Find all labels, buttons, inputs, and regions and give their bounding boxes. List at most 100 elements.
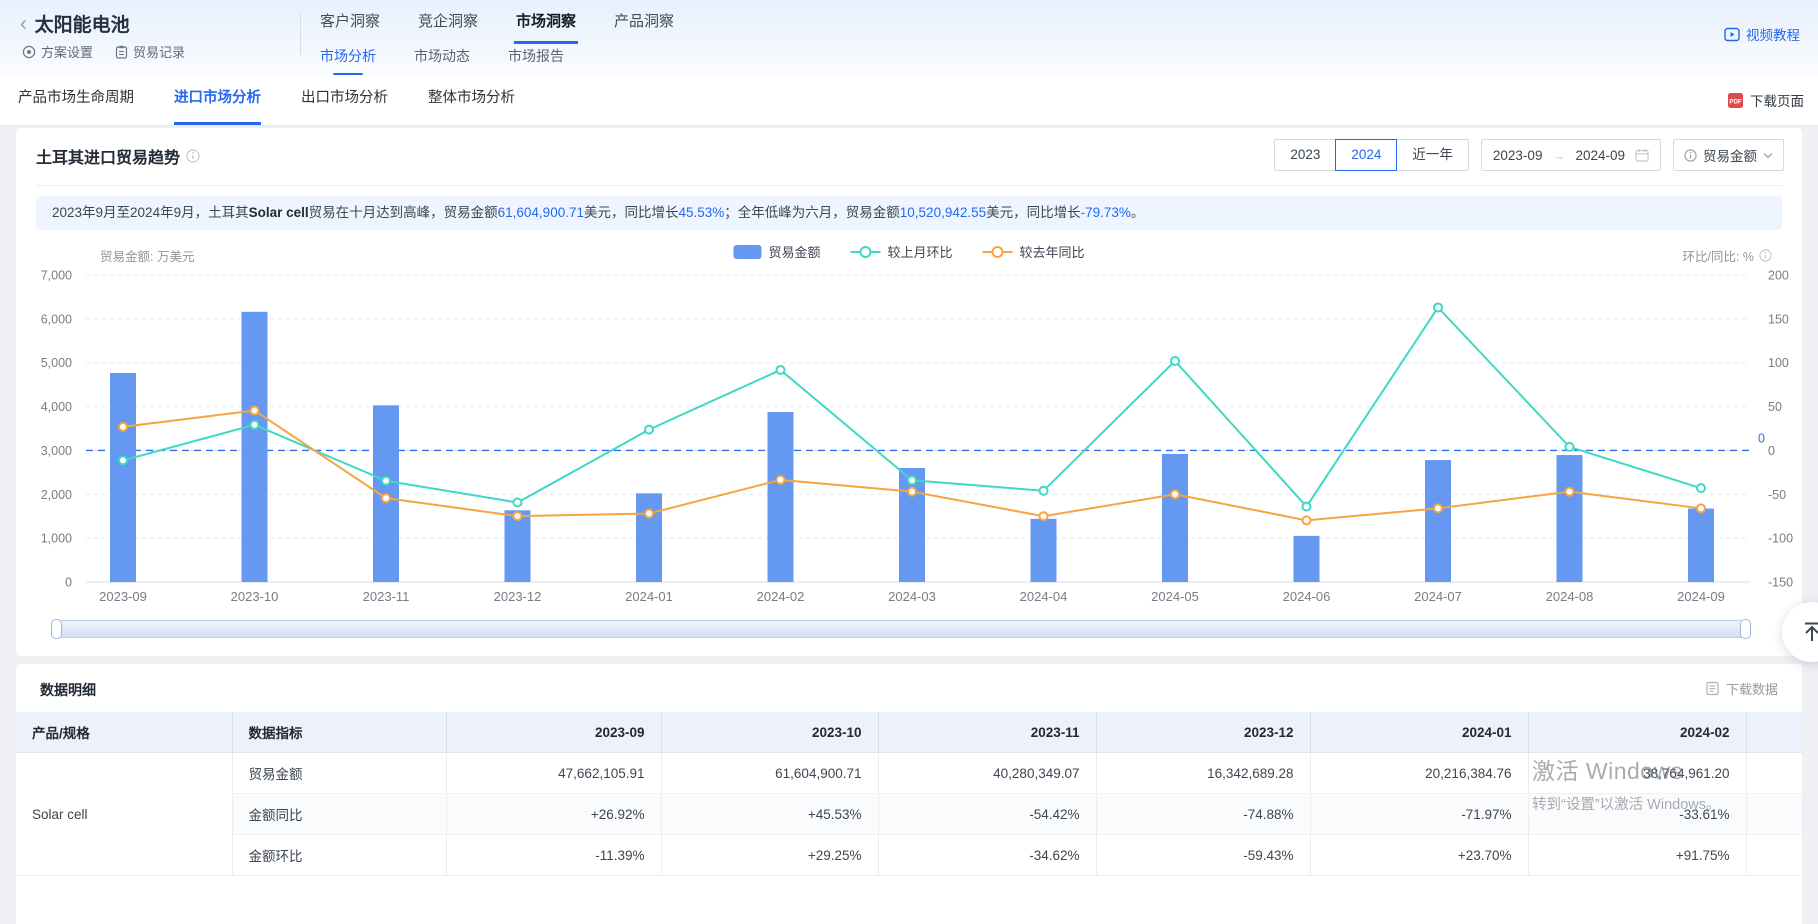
legend-trade-amount[interactable]: 贸易金额 — [733, 242, 820, 261]
bar-2024-02[interactable] — [768, 412, 794, 582]
point-较去年同比-2023-12[interactable] — [514, 512, 522, 520]
trend-chart[interactable]: 0-1501,000-1002,000-503,00004,000505,000… — [16, 268, 1802, 613]
value-cell: +23.70% — [1310, 835, 1528, 876]
table-row-贸易金额: Solar cell贸易金额47,662,105.9161,604,900.71… — [16, 753, 1802, 794]
legend-yoy[interactable]: 较去年同比 — [983, 242, 1085, 261]
point-较去年同比-2024-08[interactable] — [1566, 488, 1574, 496]
download-page-button[interactable]: PDF 下载页面 — [1727, 75, 1804, 125]
point-较去年同比-2024-05[interactable] — [1171, 490, 1179, 498]
point-较去年同比-2023-10[interactable] — [251, 406, 259, 414]
point-较上月环比-2023-11[interactable] — [382, 477, 390, 485]
empty-cell — [1746, 835, 1802, 876]
data-detail-table: 产品/规格数据指标2023-092023-102023-112023-12202… — [16, 712, 1802, 876]
trade-records-button[interactable]: 贸易记录 — [115, 42, 185, 61]
app-header: ‹ 太阳能电池 方案设置 贸易记录 客户洞察 竞企洞察 市场洞察 产品洞察 市场… — [0, 0, 1818, 75]
col-header-month: 2023-12 — [1096, 712, 1310, 753]
bar-2024-06[interactable] — [1294, 536, 1320, 582]
datazoom-left-handle[interactable] — [51, 619, 62, 639]
bar-2024-08[interactable] — [1557, 455, 1583, 582]
scheme-settings-button[interactable]: 方案设置 — [22, 42, 93, 61]
date-from[interactable]: 2023-09 — [1493, 148, 1543, 163]
year-2024-button[interactable]: 2024 — [1335, 139, 1397, 171]
left-axis-unit-label: 贸易金额: 万美元 — [100, 246, 194, 265]
value-cell: 47,662,105.91 — [446, 753, 661, 794]
info-icon[interactable] — [186, 149, 200, 163]
summary-segment: 。 — [1131, 205, 1145, 220]
svg-text:PDF: PDF — [1729, 98, 1742, 105]
point-较去年同比-2024-09[interactable] — [1697, 504, 1705, 512]
point-较去年同比-2023-11[interactable] — [382, 494, 390, 502]
nav-item-import-analysis[interactable]: 进口市场分析 — [174, 75, 261, 125]
tab-product-insight[interactable]: 产品洞察 — [612, 6, 676, 44]
data-table: 产品/规格数据指标2023-092023-102023-112023-12202… — [16, 712, 1802, 876]
point-较上月环比-2023-12[interactable] — [514, 499, 522, 507]
summary-segment: 61,604,900.71 — [498, 205, 584, 220]
bar-2024-07[interactable] — [1425, 460, 1451, 582]
bar-legend-swatch — [733, 245, 761, 259]
download-data-button[interactable]: 下载数据 — [1705, 679, 1778, 698]
datazoom-right-handle[interactable] — [1740, 619, 1751, 639]
nav-item-export-analysis[interactable]: 出口市场分析 — [301, 75, 388, 122]
point-较上月环比-2024-06[interactable] — [1303, 503, 1311, 511]
svg-text:5,000: 5,000 — [41, 356, 72, 370]
point-较去年同比-2024-02[interactable] — [777, 476, 785, 484]
point-较上月环比-2024-08[interactable] — [1566, 443, 1574, 451]
tab-customer-insight[interactable]: 客户洞察 — [318, 6, 382, 44]
year-2023-button[interactable]: 2023 — [1274, 139, 1336, 171]
point-较去年同比-2024-01[interactable] — [645, 510, 653, 518]
info-icon[interactable] — [1759, 249, 1772, 262]
nav-item-overall-analysis[interactable]: 整体市场分析 — [428, 75, 515, 122]
svg-text:1,000: 1,000 — [41, 532, 72, 546]
summary-segment: 贸易在十月达到高峰，贸易金额 — [309, 205, 498, 220]
point-较上月环比-2023-09[interactable] — [119, 456, 127, 464]
bar-2023-09[interactable] — [110, 373, 136, 582]
x-axis-label: 2024-04 — [1020, 589, 1068, 604]
point-较去年同比-2024-07[interactable] — [1434, 504, 1442, 512]
svg-text:100: 100 — [1768, 356, 1789, 370]
bar-2024-09[interactable] — [1688, 509, 1714, 582]
point-较上月环比-2024-01[interactable] — [645, 426, 653, 434]
col-header-metric: 数据指标 — [232, 712, 446, 753]
point-较去年同比-2024-06[interactable] — [1303, 516, 1311, 524]
point-较去年同比-2024-04[interactable] — [1040, 512, 1048, 520]
date-to[interactable]: 2024-09 — [1575, 148, 1625, 163]
svg-text:-150: -150 — [1768, 576, 1793, 590]
info-icon — [1684, 149, 1697, 162]
value-cell: 40,280,349.07 — [878, 753, 1096, 794]
tab-market-insight[interactable]: 市场洞察 — [514, 6, 578, 44]
point-较上月环比-2023-10[interactable] — [251, 421, 259, 429]
metric-dropdown[interactable]: 贸易金额 — [1673, 139, 1784, 171]
subtab-market-analysis[interactable]: 市场分析 — [318, 44, 378, 74]
legend-mom[interactable]: 较上月环比 — [850, 242, 952, 261]
value-cell: +45.53% — [661, 794, 878, 835]
point-较上月环比-2024-09[interactable] — [1697, 484, 1705, 492]
date-range-picker[interactable]: 2023-09 → 2024-09 — [1481, 139, 1661, 171]
svg-text:4,000: 4,000 — [41, 400, 72, 414]
nav-item-product-lifecycle[interactable]: 产品市场生命周期 — [18, 75, 134, 122]
point-较上月环比-2024-02[interactable] — [777, 366, 785, 374]
tab-competitor-insight[interactable]: 竞企洞察 — [416, 6, 480, 44]
value-cell: -11.39% — [446, 835, 661, 876]
point-较上月环比-2024-04[interactable] — [1040, 487, 1048, 495]
bar-2024-01[interactable] — [636, 493, 662, 582]
market-analysis-nav: 产品市场生命周期 进口市场分析 出口市场分析 整体市场分析 PDF 下载页面 — [0, 75, 1818, 126]
bar-2024-05[interactable] — [1162, 454, 1188, 582]
subtab-market-report[interactable]: 市场报告 — [506, 44, 566, 74]
value-cell: 38,764,961.20 — [1528, 753, 1746, 794]
point-较上月环比-2024-07[interactable] — [1434, 303, 1442, 311]
point-较上月环比-2024-05[interactable] — [1171, 357, 1179, 365]
value-cell: +29.25% — [661, 835, 878, 876]
target-icon — [22, 45, 36, 59]
point-较上月环比-2024-03[interactable] — [908, 476, 916, 484]
bar-2024-04[interactable] — [1031, 519, 1057, 582]
value-cell: +26.92% — [446, 794, 661, 835]
video-tutorial-link[interactable]: 视频教程 — [1724, 24, 1800, 44]
back-icon[interactable]: ‹ — [20, 14, 27, 34]
chart-datazoom-slider[interactable] — [52, 620, 1750, 638]
x-axis-label: 2024-01 — [625, 589, 673, 604]
subtab-market-dynamics[interactable]: 市场动态 — [412, 44, 472, 74]
point-较去年同比-2024-03[interactable] — [908, 488, 916, 496]
point-较去年同比-2023-09[interactable] — [119, 423, 127, 431]
recent-year-button[interactable]: 近一年 — [1396, 139, 1469, 171]
bar-2023-10[interactable] — [242, 312, 268, 582]
